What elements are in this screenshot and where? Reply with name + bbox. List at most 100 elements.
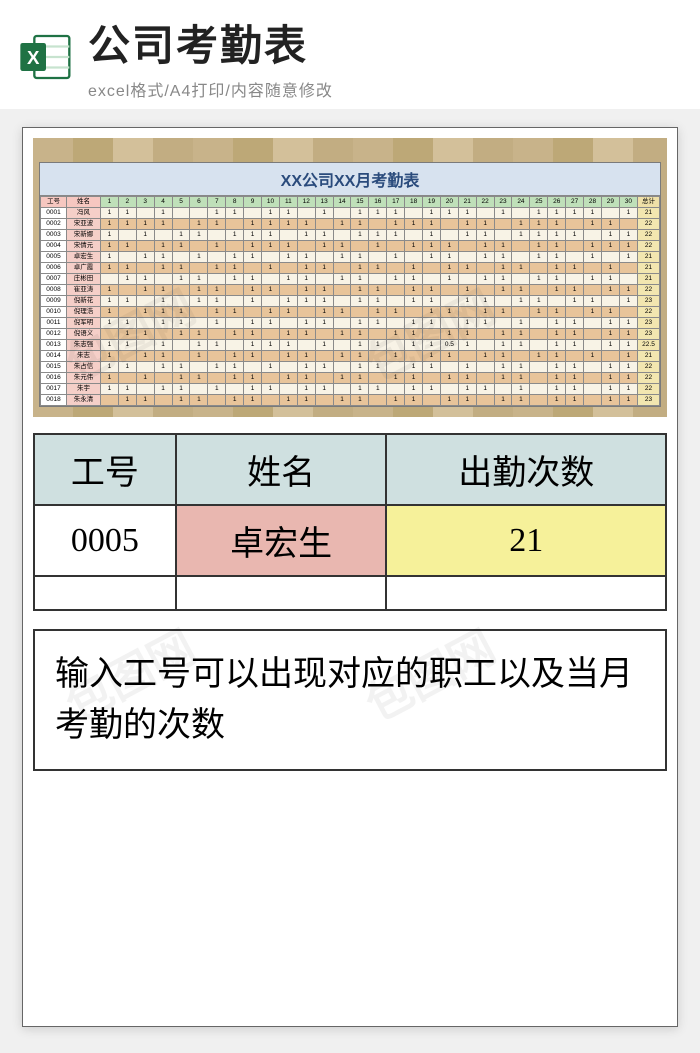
cell-name: 卓宏生 [67,252,101,263]
cell-day: 1 [262,340,280,351]
cell-day [566,307,584,318]
cell-day: 1 [226,373,244,384]
cell-name: 崔亚涛 [67,285,101,296]
cell-day: 1 [333,252,351,263]
cell-day [584,329,602,340]
cell-day: 1 [208,340,226,351]
cell-day [315,373,333,384]
cell-day: 1 [172,395,190,406]
cell-id: 0015 [41,362,67,373]
cell-day: 1 [172,373,190,384]
cell-day [279,263,297,274]
cell-day: 1 [297,384,315,395]
cell-day: 1 [601,318,619,329]
cell-day [423,329,441,340]
cell-day [440,384,458,395]
cell-day [333,296,351,307]
cell-day: 1 [601,340,619,351]
lookup-count-value: 21 [386,505,666,576]
cell-day [584,373,602,384]
cell-day [584,395,602,406]
cell-day: 1 [476,384,494,395]
cell-day [512,252,530,263]
table-row: 0016朱元伟1111111111111111111122 [41,373,660,384]
cell-day: 1 [297,351,315,362]
cell-day: 1 [619,230,637,241]
cell-day [405,208,423,219]
cell-day: 1 [208,241,226,252]
cell-day: 1 [476,307,494,318]
cell-day: 1 [405,395,423,406]
lookup-header-id: 工号 [34,434,176,505]
cell-day [172,219,190,230]
cell-day [154,274,172,285]
cell-day [530,318,548,329]
cell-day: 1 [369,230,387,241]
cell-day [530,340,548,351]
cell-day: 1 [279,351,297,362]
cell-day: 1 [279,395,297,406]
cell-day: 1 [351,384,369,395]
cell-day [262,252,280,263]
cell-day: 1 [315,340,333,351]
cell-day: 1 [118,384,136,395]
title-block: 公司考勤表 excel格式/A4打印/内容随意修改 [88,12,682,101]
cell-day: 1 [226,395,244,406]
cell-day: 1 [387,351,405,362]
lookup-header-name: 姓名 [176,434,387,505]
cell-day: 1 [369,340,387,351]
cell-day: 1 [351,362,369,373]
cell-day: 1 [262,230,280,241]
cell-day: 1 [405,340,423,351]
cell-id: 0002 [41,219,67,230]
cell-day [458,351,476,362]
cell-day [333,230,351,241]
cell-day: 1 [619,318,637,329]
col-header-day: 4 [154,197,172,208]
cell-day: 1 [566,395,584,406]
lookup-id-input[interactable]: 0005 [34,505,176,576]
cell-day: 1 [548,307,566,318]
cell-day [297,340,315,351]
cell-day: 1 [405,241,423,252]
cell-day [101,395,119,406]
col-header-day: 14 [333,197,351,208]
cell-id: 0006 [41,263,67,274]
cell-day: 1 [566,285,584,296]
table-row: 0012倪语义1111111111111111111123 [41,329,660,340]
cell-day: 1 [101,351,119,362]
cell-day: 1 [601,241,619,252]
cell-day [440,296,458,307]
cell-day [530,373,548,384]
cell-day: 1 [369,296,387,307]
cell-day: 1 [405,263,423,274]
cell-day [262,351,280,362]
table-row: 0008崔亚涛1111111111111111111122 [41,285,660,296]
cell-day: 1 [369,263,387,274]
cell-day [512,351,530,362]
table-row: 0011倪军明1111111111111111111123 [41,318,660,329]
cell-day: 1 [601,285,619,296]
cell-day [458,274,476,285]
cell-day [494,318,512,329]
cell-day [494,230,512,241]
cell-day: 1 [458,219,476,230]
cell-day: 1 [512,384,530,395]
cell-day: 1 [297,274,315,285]
cell-day [619,219,637,230]
cell-day: 1 [315,230,333,241]
cell-day [333,263,351,274]
cell-day [405,230,423,241]
cell-day [512,307,530,318]
cell-day: 1 [244,241,262,252]
cell-day: 1 [244,395,262,406]
cell-day: 1 [172,230,190,241]
cell-day: 1 [190,296,208,307]
cell-day [440,230,458,241]
lookup-empty-cell[interactable] [34,576,176,610]
cell-day [423,274,441,285]
cell-day [369,329,387,340]
cell-day: 1 [476,219,494,230]
cell-day: 1 [244,285,262,296]
cell-day: 1 [136,252,154,263]
